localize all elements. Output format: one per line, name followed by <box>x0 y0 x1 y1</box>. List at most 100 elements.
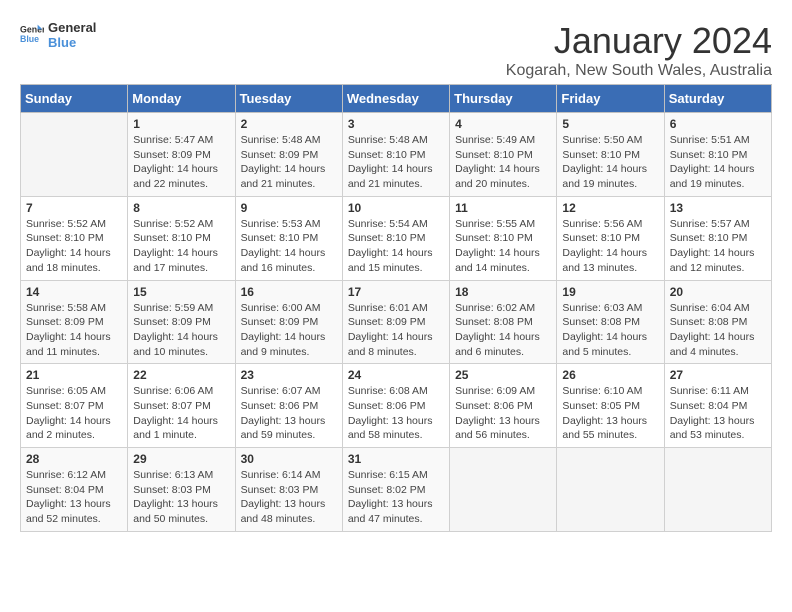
svg-text:General: General <box>20 25 44 35</box>
calendar-cell: 18 Sunrise: 6:02 AM Sunset: 8:08 PM Dayli… <box>450 280 557 364</box>
calendar-cell: 19Sunrise: 6:03 AM Sunset: 8:08 PM Dayli… <box>557 280 664 364</box>
calendar-cell: 28 Sunrise: 6:12 AM Sunset: 8:04 PM Dayli… <box>21 448 128 532</box>
header-tuesday: Tuesday <box>235 85 342 113</box>
day-number: 24 <box>348 368 444 382</box>
day-info: Sunrise: 6:14 AM Sunset: 8:03 PM Dayligh… <box>241 468 337 527</box>
logo-line1: General <box>48 20 96 35</box>
day-number: 18 <box>455 285 551 299</box>
day-number: 13 <box>670 201 766 215</box>
calendar-cell: 2Sunrise: 5:48 AM Sunset: 8:09 PM Daylig… <box>235 113 342 197</box>
calendar-cell: 22 Sunrise: 6:06 AM Sunset: 8:07 PM Dayli… <box>128 364 235 448</box>
day-number: 17 <box>348 285 444 299</box>
day-info: Sunrise: 5:51 AM Sunset: 8:10 PM Dayligh… <box>670 133 766 192</box>
calendar-cell <box>21 113 128 197</box>
calendar-cell: 21Sunrise: 6:05 AM Sunset: 8:07 PM Dayli… <box>21 364 128 448</box>
calendar-cell: 11 Sunrise: 5:55 AM Sunset: 8:10 PM Dayli… <box>450 196 557 280</box>
calendar-subtitle: Kogarah, New South Wales, Australia <box>506 62 772 80</box>
day-number: 5 <box>562 117 658 131</box>
day-number: 11 <box>455 201 551 215</box>
day-number: 22 <box>133 368 229 382</box>
calendar-cell: 16 Sunrise: 6:00 AM Sunset: 8:09 PM Dayli… <box>235 280 342 364</box>
day-info: Sunrise: 5:50 AM Sunset: 8:10 PM Dayligh… <box>562 133 658 192</box>
day-number: 20 <box>670 285 766 299</box>
day-info: Sunrise: 6:11 AM Sunset: 8:04 PM Dayligh… <box>670 384 766 443</box>
day-info: Sunrise: 6:10 AM Sunset: 8:05 PM Dayligh… <box>562 384 658 443</box>
calendar-cell: 14Sunrise: 5:58 AM Sunset: 8:09 PM Dayli… <box>21 280 128 364</box>
week-row-2: 7 Sunrise: 5:52 AM Sunset: 8:10 PM Daylig… <box>21 196 772 280</box>
day-number: 10 <box>348 201 444 215</box>
calendar-cell: 13 Sunrise: 5:57 AM Sunset: 8:10 PM Dayli… <box>664 196 771 280</box>
day-number: 12 <box>562 201 658 215</box>
day-number: 4 <box>455 117 551 131</box>
day-number: 6 <box>670 117 766 131</box>
calendar-header-row: SundayMondayTuesdayWednesdayThursdayFrid… <box>21 85 772 113</box>
svg-text:Blue: Blue <box>20 34 39 44</box>
day-number: 28 <box>26 452 122 466</box>
calendar-cell: 6 Sunrise: 5:51 AM Sunset: 8:10 PM Daylig… <box>664 113 771 197</box>
week-row-3: 14Sunrise: 5:58 AM Sunset: 8:09 PM Dayli… <box>21 280 772 364</box>
day-info: Sunrise: 6:08 AM Sunset: 8:06 PM Dayligh… <box>348 384 444 443</box>
calendar-cell <box>450 448 557 532</box>
calendar-cell: 15 Sunrise: 5:59 AM Sunset: 8:09 PM Dayli… <box>128 280 235 364</box>
week-row-4: 21Sunrise: 6:05 AM Sunset: 8:07 PM Dayli… <box>21 364 772 448</box>
page-header: General Blue General Blue January 2024 K… <box>20 20 772 80</box>
calendar-cell: 26 Sunrise: 6:10 AM Sunset: 8:05 PM Dayli… <box>557 364 664 448</box>
calendar-cell <box>664 448 771 532</box>
day-number: 29 <box>133 452 229 466</box>
day-info: Sunrise: 6:05 AM Sunset: 8:07 PM Dayligh… <box>26 384 122 443</box>
day-info: Sunrise: 5:47 AM Sunset: 8:09 PM Dayligh… <box>133 133 229 192</box>
day-info: Sunrise: 5:52 AM Sunset: 8:10 PM Dayligh… <box>133 217 229 276</box>
day-number: 8 <box>133 201 229 215</box>
calendar-cell: 23Sunrise: 6:07 AM Sunset: 8:06 PM Dayli… <box>235 364 342 448</box>
calendar-cell: 24 Sunrise: 6:08 AM Sunset: 8:06 PM Dayli… <box>342 364 449 448</box>
logo-line2: Blue <box>48 35 96 50</box>
day-info: Sunrise: 5:56 AM Sunset: 8:10 PM Dayligh… <box>562 217 658 276</box>
day-info: Sunrise: 6:06 AM Sunset: 8:07 PM Dayligh… <box>133 384 229 443</box>
day-info: Sunrise: 6:12 AM Sunset: 8:04 PM Dayligh… <box>26 468 122 527</box>
day-info: Sunrise: 5:59 AM Sunset: 8:09 PM Dayligh… <box>133 301 229 360</box>
day-number: 19 <box>562 285 658 299</box>
day-number: 30 <box>241 452 337 466</box>
logo-area: General Blue General Blue <box>20 20 96 50</box>
day-info: Sunrise: 6:15 AM Sunset: 8:02 PM Dayligh… <box>348 468 444 527</box>
calendar-cell: 31 Sunrise: 6:15 AM Sunset: 8:02 PM Dayli… <box>342 448 449 532</box>
header-wednesday: Wednesday <box>342 85 449 113</box>
calendar-cell: 17Sunrise: 6:01 AM Sunset: 8:09 PM Dayli… <box>342 280 449 364</box>
day-number: 25 <box>455 368 551 382</box>
calendar-cell: 3Sunrise: 5:48 AM Sunset: 8:10 PM Daylig… <box>342 113 449 197</box>
calendar-cell: 30 Sunrise: 6:14 AM Sunset: 8:03 PM Dayli… <box>235 448 342 532</box>
day-number: 31 <box>348 452 444 466</box>
calendar-cell: 4 Sunrise: 5:49 AM Sunset: 8:10 PM Daylig… <box>450 113 557 197</box>
day-number: 23 <box>241 368 337 382</box>
day-number: 9 <box>241 201 337 215</box>
day-info: Sunrise: 5:58 AM Sunset: 8:09 PM Dayligh… <box>26 301 122 360</box>
calendar-cell <box>557 448 664 532</box>
logo-icon: General Blue <box>20 23 44 47</box>
day-info: Sunrise: 5:48 AM Sunset: 8:09 PM Dayligh… <box>241 133 337 192</box>
week-row-1: 1 Sunrise: 5:47 AM Sunset: 8:09 PM Daylig… <box>21 113 772 197</box>
calendar-cell: 27Sunrise: 6:11 AM Sunset: 8:04 PM Dayli… <box>664 364 771 448</box>
day-info: Sunrise: 6:00 AM Sunset: 8:09 PM Dayligh… <box>241 301 337 360</box>
day-info: Sunrise: 5:55 AM Sunset: 8:10 PM Dayligh… <box>455 217 551 276</box>
day-info: Sunrise: 5:48 AM Sunset: 8:10 PM Dayligh… <box>348 133 444 192</box>
calendar-cell: 10Sunrise: 5:54 AM Sunset: 8:10 PM Dayli… <box>342 196 449 280</box>
day-info: Sunrise: 6:13 AM Sunset: 8:03 PM Dayligh… <box>133 468 229 527</box>
day-info: Sunrise: 6:09 AM Sunset: 8:06 PM Dayligh… <box>455 384 551 443</box>
calendar-cell: 25 Sunrise: 6:09 AM Sunset: 8:06 PM Dayli… <box>450 364 557 448</box>
header-friday: Friday <box>557 85 664 113</box>
day-info: Sunrise: 6:02 AM Sunset: 8:08 PM Dayligh… <box>455 301 551 360</box>
calendar-cell: 29 Sunrise: 6:13 AM Sunset: 8:03 PM Dayli… <box>128 448 235 532</box>
calendar-title: January 2024 <box>506 20 772 62</box>
day-number: 16 <box>241 285 337 299</box>
header-thursday: Thursday <box>450 85 557 113</box>
day-number: 15 <box>133 285 229 299</box>
day-info: Sunrise: 5:52 AM Sunset: 8:10 PM Dayligh… <box>26 217 122 276</box>
day-info: Sunrise: 5:49 AM Sunset: 8:10 PM Dayligh… <box>455 133 551 192</box>
calendar-table: SundayMondayTuesdayWednesdayThursdayFrid… <box>20 84 772 532</box>
calendar-cell: 12 Sunrise: 5:56 AM Sunset: 8:10 PM Dayli… <box>557 196 664 280</box>
day-number: 1 <box>133 117 229 131</box>
day-info: Sunrise: 5:57 AM Sunset: 8:10 PM Dayligh… <box>670 217 766 276</box>
day-number: 7 <box>26 201 122 215</box>
day-number: 26 <box>562 368 658 382</box>
calendar-cell: 8 Sunrise: 5:52 AM Sunset: 8:10 PM Daylig… <box>128 196 235 280</box>
